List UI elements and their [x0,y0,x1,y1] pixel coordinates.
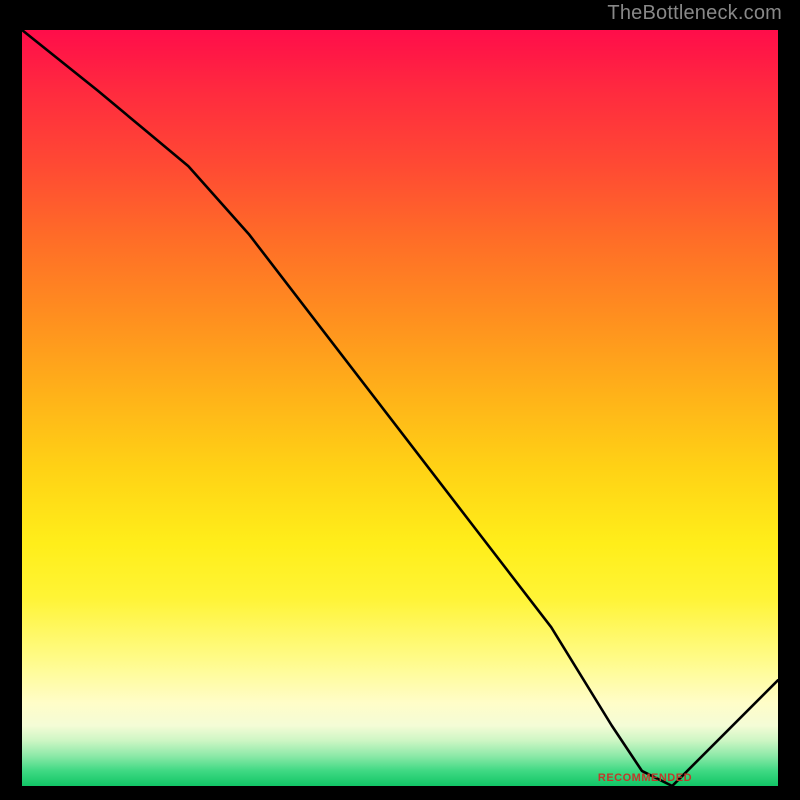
attribution-label: TheBottleneck.com [607,2,782,25]
recommended-annotation: RECOMMENDED [598,772,692,784]
plot-area: RECOMMENDED [22,30,778,786]
chart-container: TheBottleneck.com RECOMMENDED [0,0,800,800]
bottleneck-line [22,30,778,786]
